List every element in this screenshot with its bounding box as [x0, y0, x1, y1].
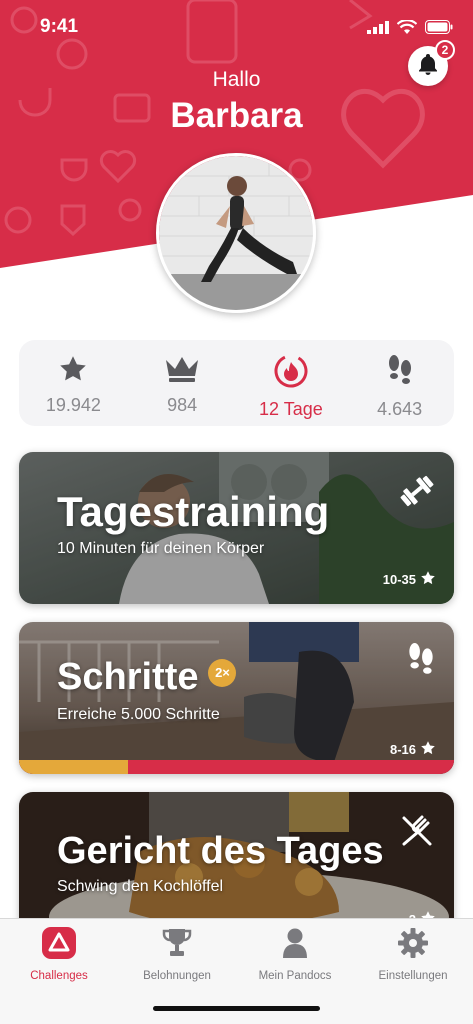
card-title: Tagestraining [57, 488, 330, 535]
stat-steps[interactable]: 4.643 [345, 340, 454, 426]
greeting: Hallo [212, 68, 261, 91]
card-title-row: Schritte 2× [57, 656, 237, 699]
tab-label: Einstellungen [378, 970, 448, 982]
tab-rewards[interactable]: Belohnungen [118, 927, 236, 982]
card-subtitle: Erreiche 5.000 Schritte [57, 706, 220, 723]
card-subtitle: Schwing den Kochlöffel [57, 878, 224, 895]
tab-challenges[interactable]: Challenges [0, 927, 118, 982]
challenges-icon [41, 927, 77, 964]
home-indicator [153, 1006, 320, 1011]
stat-points[interactable]: 19.942 [19, 340, 128, 426]
card-title: Schritte [57, 656, 199, 698]
card-range-value: 8-16 [389, 742, 416, 757]
status-time: 9:41 [40, 16, 79, 37]
card-range-value: 10-35 [382, 572, 416, 587]
footprints-icon [386, 354, 414, 393]
flame-icon [274, 354, 308, 393]
dumbbell-icon [398, 472, 436, 515]
tab-label: Mein Pandocs [258, 970, 332, 982]
star-icon [58, 354, 88, 389]
progress-fill [19, 760, 128, 774]
star-icon [420, 740, 436, 759]
tab-profile[interactable]: Mein Pandocs [236, 927, 354, 982]
challenge-card-training[interactable]: Tagestraining 10 Minuten für deinen Körp… [19, 452, 454, 604]
footprints-icon [406, 642, 436, 683]
star-icon [420, 570, 436, 589]
wifi-icon [396, 19, 418, 39]
fork-knife-icon [398, 812, 436, 855]
challenge-card-steps[interactable]: Schritte 2× Erreiche 5.000 Schritte 8-16 [19, 622, 454, 774]
progress-bar [19, 760, 454, 774]
stat-streak-value: 12 Tage [259, 399, 323, 419]
crown-icon [164, 354, 200, 389]
notification-badge: 2 [435, 40, 455, 60]
card-title: Gericht des Tages [57, 830, 384, 872]
tab-label: Belohnungen [143, 970, 211, 982]
stat-rank-value: 984 [167, 395, 198, 415]
signal-icon [367, 20, 389, 39]
stat-rank[interactable]: 984 [128, 340, 237, 426]
stats-panel: 19.942 984 12 Tage 4.643 [19, 340, 454, 426]
trophy-icon [162, 927, 192, 964]
avatar[interactable] [156, 153, 316, 313]
stat-points-value: 19.942 [45, 395, 101, 415]
person-icon [281, 927, 309, 964]
status-bar: 9:41 [0, 0, 473, 56]
user-name: Barbara [170, 96, 303, 135]
multiplier-badge: 2× [208, 658, 237, 687]
card-points-range: 8-16 [390, 740, 436, 759]
card-points-range: 10-35 [383, 570, 436, 589]
stat-steps-value: 4.643 [377, 399, 423, 419]
tab-settings[interactable]: Einstellungen [354, 927, 472, 982]
stat-streak[interactable]: 12 Tage [237, 340, 346, 426]
card-subtitle: 10 Minuten für deinen Körper [57, 540, 265, 557]
tab-label: Challenges [30, 970, 88, 982]
gear-icon [397, 927, 429, 964]
battery-icon [425, 20, 453, 39]
